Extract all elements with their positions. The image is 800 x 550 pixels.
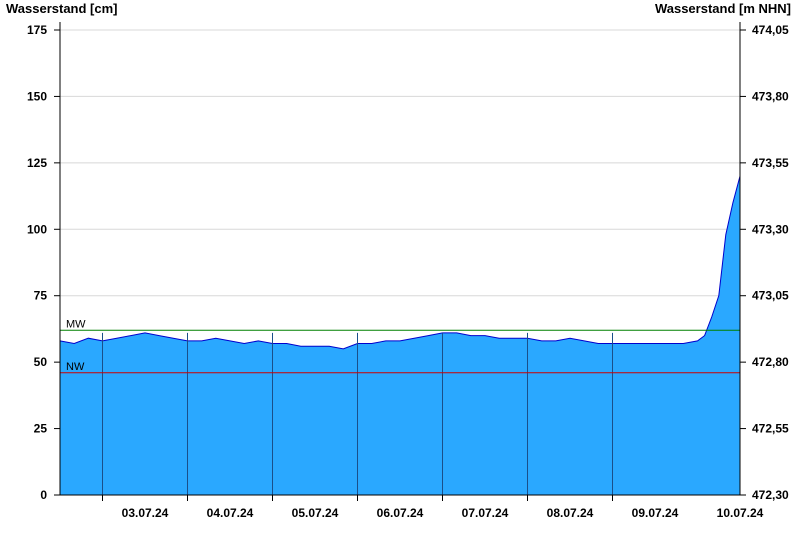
left-tick-label: 125 bbox=[27, 156, 47, 170]
left-tick-label: 150 bbox=[27, 89, 47, 103]
right-tick-label: 472,80 bbox=[752, 355, 789, 369]
x-date-label: 09.07.24 bbox=[632, 506, 679, 520]
reference-label-mw: MW bbox=[66, 318, 86, 330]
x-date-label: 04.07.24 bbox=[207, 506, 254, 520]
x-date-label: 06.07.24 bbox=[377, 506, 424, 520]
right-tick-label: 473,30 bbox=[752, 222, 789, 236]
x-date-label: 05.07.24 bbox=[292, 506, 339, 520]
left-tick-label: 175 bbox=[27, 23, 47, 37]
reference-label-nw: NW bbox=[66, 361, 85, 373]
water-level-area bbox=[60, 176, 740, 495]
x-date-label: 08.07.24 bbox=[547, 506, 594, 520]
right-tick-label: 472,30 bbox=[752, 488, 789, 502]
left-tick-label: 0 bbox=[40, 488, 47, 502]
x-date-label: 03.07.24 bbox=[122, 506, 169, 520]
water-level-line bbox=[59, 175, 741, 350]
x-date-label: 07.07.24 bbox=[462, 506, 509, 520]
water-level-chart: MW NW 0 25 50 75 100 125 150 175 472,30 472,55 472,8… bbox=[27, 22, 789, 520]
right-tick-label: 473,05 bbox=[752, 289, 789, 303]
left-tick-label: 25 bbox=[34, 422, 48, 436]
x-date-label: 10.07.24 bbox=[717, 506, 764, 520]
right-tick-label: 473,80 bbox=[752, 89, 789, 103]
left-tick-label: 50 bbox=[34, 355, 48, 369]
left-tick-label: 100 bbox=[27, 222, 47, 236]
right-tick-label: 472,55 bbox=[752, 422, 789, 436]
left-tick-label: 75 bbox=[34, 289, 48, 303]
right-tick-label: 473,55 bbox=[752, 156, 789, 170]
right-tick-label: 474,05 bbox=[752, 23, 789, 37]
